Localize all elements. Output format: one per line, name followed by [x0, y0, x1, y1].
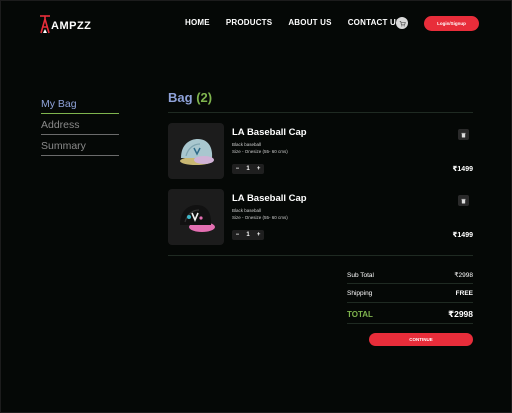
product-description: Black baseball Size - Onesize (55- 60 cm…: [232, 142, 288, 155]
step-address[interactable]: Address: [41, 118, 119, 135]
step-my-bag[interactable]: My Bag: [41, 97, 119, 114]
main-nav: HOME PRODUCTS ABOUT US CONTACT US: [185, 18, 418, 27]
cap-dark-icon: [180, 205, 215, 232]
cart-button[interactable]: [396, 17, 408, 29]
logo-figure-icon: [40, 15, 50, 34]
shipping-value: FREE: [455, 290, 473, 297]
product-size: Size - Onesize (55- 60 cms): [232, 148, 288, 154]
bag-title: Bag (2): [168, 90, 212, 105]
shipping-row: Shipping FREE: [347, 290, 473, 297]
summary-divider: [347, 323, 473, 324]
product-image[interactable]: [168, 189, 224, 245]
increment-button[interactable]: +: [257, 166, 261, 172]
divider: [168, 112, 473, 113]
nav-about-us[interactable]: ABOUT US: [288, 18, 331, 27]
checkout-steps: My Bag Address Summary: [41, 97, 119, 160]
product-size: Size - Onesize (55- 60 cms): [232, 214, 288, 220]
subtotal-row: Sub Total ₹2998: [347, 271, 473, 280]
nav-products[interactable]: PRODUCTS: [226, 18, 273, 27]
bag-title-label: Bag: [168, 90, 193, 105]
nav-contact-us[interactable]: CONTACT US: [348, 18, 402, 27]
product-description: Black baseball Size - Onesize (55- 60 cm…: [232, 208, 288, 221]
continue-button[interactable]: CONTINUE: [369, 333, 473, 346]
quantity-value: 1: [246, 232, 250, 238]
cap-light-icon: [180, 139, 214, 165]
product-name: LA Baseball Cap: [232, 193, 307, 204]
decrement-button[interactable]: −: [236, 166, 240, 172]
total-row: TOTAL ₹2998: [347, 309, 473, 320]
trash-icon: [461, 198, 466, 203]
summary-divider: [347, 302, 473, 303]
quantity-value: 1: [246, 166, 250, 172]
brand-name: AMPZZ: [51, 20, 92, 32]
login-signup-button[interactable]: Login/Signup: [424, 16, 479, 31]
bag-count: (2): [196, 90, 213, 105]
product-price: ₹1499: [452, 166, 473, 173]
trash-icon: [461, 132, 466, 137]
total-label: TOTAL: [347, 310, 373, 319]
remove-item-button[interactable]: [458, 195, 469, 206]
remove-item-button[interactable]: [458, 129, 469, 140]
shipping-label: Shipping: [347, 290, 373, 297]
quantity-stepper: − 1 +: [232, 230, 264, 240]
total-value: ₹2998: [448, 309, 473, 319]
bag-item: LA Baseball Cap Black baseball Size - On…: [168, 123, 473, 179]
brand-logo[interactable]: AMPZZ: [38, 11, 91, 37]
quantity-stepper: − 1 +: [232, 164, 264, 174]
subtotal-label: Sub Total: [347, 271, 374, 279]
divider: [168, 255, 473, 256]
nav-home[interactable]: HOME: [185, 18, 210, 27]
product-image[interactable]: [168, 123, 224, 179]
product-name: LA Baseball Cap: [232, 127, 307, 138]
step-summary[interactable]: Summary: [41, 139, 119, 156]
summary-divider: [347, 283, 473, 284]
cart-icon: [399, 20, 406, 26]
subtotal-value: ₹2998: [454, 272, 473, 279]
bag-item: LA Baseball Cap Black baseball Size - On…: [168, 189, 473, 245]
product-price: ₹1499: [452, 232, 473, 239]
increment-button[interactable]: +: [257, 232, 261, 238]
decrement-button[interactable]: −: [236, 232, 240, 238]
